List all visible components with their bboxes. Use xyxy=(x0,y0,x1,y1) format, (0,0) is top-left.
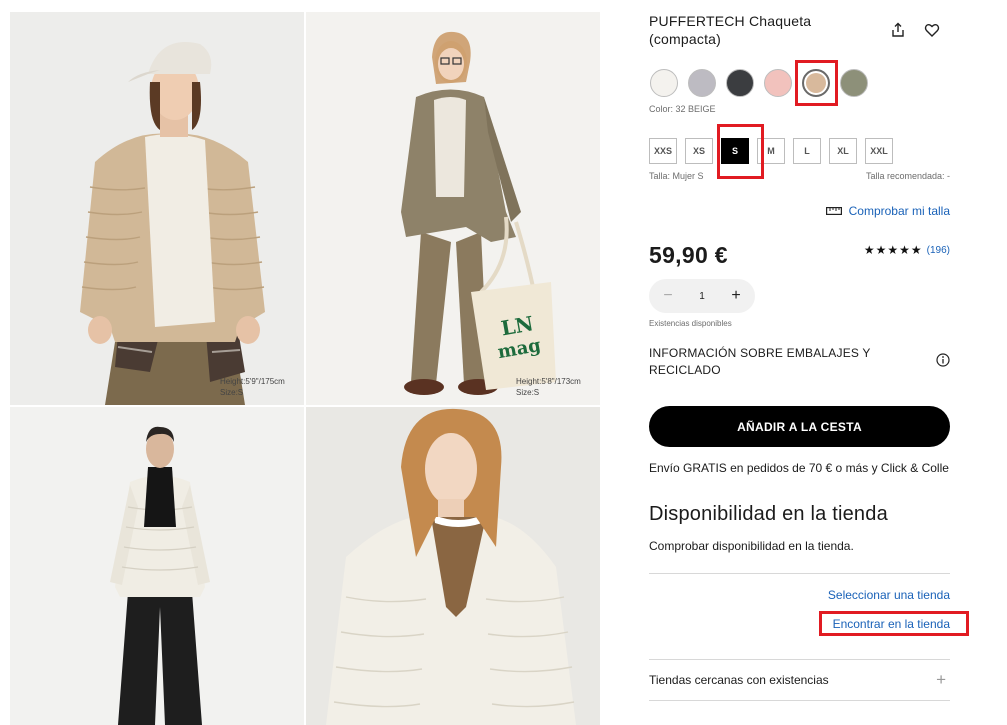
stock-status: Existencias disponibles xyxy=(649,319,732,328)
product-title: PUFFERTECH Chaqueta (compacta) xyxy=(649,13,812,47)
store-availability-subtitle: Comprobar disponibilidad en la tienda. xyxy=(649,539,854,553)
color-selector xyxy=(649,68,869,98)
check-size-label: Comprobar mi talla xyxy=(848,204,950,218)
packaging-info-heading: INFORMACIÓN SOBRE EMBALAJES Y RECICLADO xyxy=(649,346,871,377)
product-photo-4[interactable] xyxy=(306,407,600,725)
share-icon[interactable] xyxy=(888,20,908,40)
rating-stars-icon: ★★★★★ xyxy=(863,243,923,257)
model-photo-closeup xyxy=(306,407,600,725)
size-option-s[interactable]: S xyxy=(721,138,749,164)
size-option-xs[interactable]: XS xyxy=(685,138,713,164)
add-to-cart-button[interactable]: AÑADIR A LA CESTA xyxy=(649,406,950,447)
model-caption: Height:5'9"/175cm Size:S xyxy=(220,376,285,398)
find-in-store-link[interactable]: Encontrar en la tienda xyxy=(833,617,950,631)
product-photo-1[interactable]: Height:5'9"/175cm Size:S xyxy=(10,12,304,405)
color-swatch-beige[interactable] xyxy=(801,68,831,98)
divider xyxy=(649,573,950,574)
model-photo-tote-bag: LN mag xyxy=(306,12,600,405)
size-recommendation: Talla recomendada: - xyxy=(865,171,950,181)
model-size: Size:S xyxy=(220,388,244,397)
size-option-l[interactable]: L xyxy=(793,138,821,164)
size-option-m[interactable]: M xyxy=(757,138,785,164)
expand-plus-icon[interactable]: + xyxy=(936,670,946,690)
divider xyxy=(649,700,950,701)
model-height: Height:5'8"/173cm xyxy=(516,377,581,386)
model-photo-white-jacket xyxy=(10,407,304,725)
ruler-icon xyxy=(825,207,842,215)
color-swatch-dark-gray[interactable] xyxy=(725,68,755,98)
product-price: 59,90 € xyxy=(649,242,728,268)
divider xyxy=(649,659,950,660)
product-photo-3[interactable] xyxy=(10,407,304,725)
size-option-xl[interactable]: XL xyxy=(829,138,857,164)
heart-icon[interactable] xyxy=(922,20,942,40)
size-selector: XXS XS S M L XL XXL xyxy=(649,138,893,164)
size-label: Talla: Mujer S xyxy=(649,171,704,181)
model-size: Size:S xyxy=(516,388,540,397)
size-option-xxl[interactable]: XXL xyxy=(865,138,893,164)
info-icon[interactable] xyxy=(936,353,950,372)
product-rating: ★★★★★ (196) xyxy=(864,243,950,257)
store-availability-title: Disponibilidad en la tienda xyxy=(649,503,888,525)
product-gallery: Height:5'9"/175cm Size:S LN mag Height:5… xyxy=(10,12,600,725)
quantity-stepper: − 1 + xyxy=(649,279,755,313)
size-option-xxs[interactable]: XXS xyxy=(649,138,677,164)
free-shipping-text: Envío GRATIS en pedidos de 70 € o más y … xyxy=(649,461,949,475)
product-detail-panel: PUFFERTECH Chaqueta (compacta) Color: 32… xyxy=(649,0,959,725)
color-swatch-off-white[interactable] xyxy=(649,68,679,98)
nearby-stores-accordion[interactable]: Tiendas cercanas con existencias xyxy=(649,673,829,687)
quantity-increase-button[interactable]: + xyxy=(727,287,745,305)
color-swatch-olive[interactable] xyxy=(839,68,869,98)
model-photo-beige-jacket xyxy=(10,12,304,405)
select-store-link[interactable]: Seleccionar una tienda xyxy=(828,588,950,602)
quantity-decrease-button[interactable]: − xyxy=(659,287,677,305)
color-label: Color: 32 BEIGE xyxy=(649,104,716,114)
color-swatch-light-gray[interactable] xyxy=(687,68,717,98)
check-size-link[interactable]: Comprobar mi talla xyxy=(825,204,950,218)
product-photo-2[interactable]: LN mag Height:5'8"/173cm Size:S xyxy=(306,12,600,405)
quantity-value[interactable]: 1 xyxy=(699,291,705,302)
model-caption: Height:5'8"/173cm Size:S xyxy=(516,376,581,398)
model-height: Height:5'9"/175cm xyxy=(220,377,285,386)
color-swatch-pink[interactable] xyxy=(763,68,793,98)
review-count-link[interactable]: (196) xyxy=(927,245,950,256)
